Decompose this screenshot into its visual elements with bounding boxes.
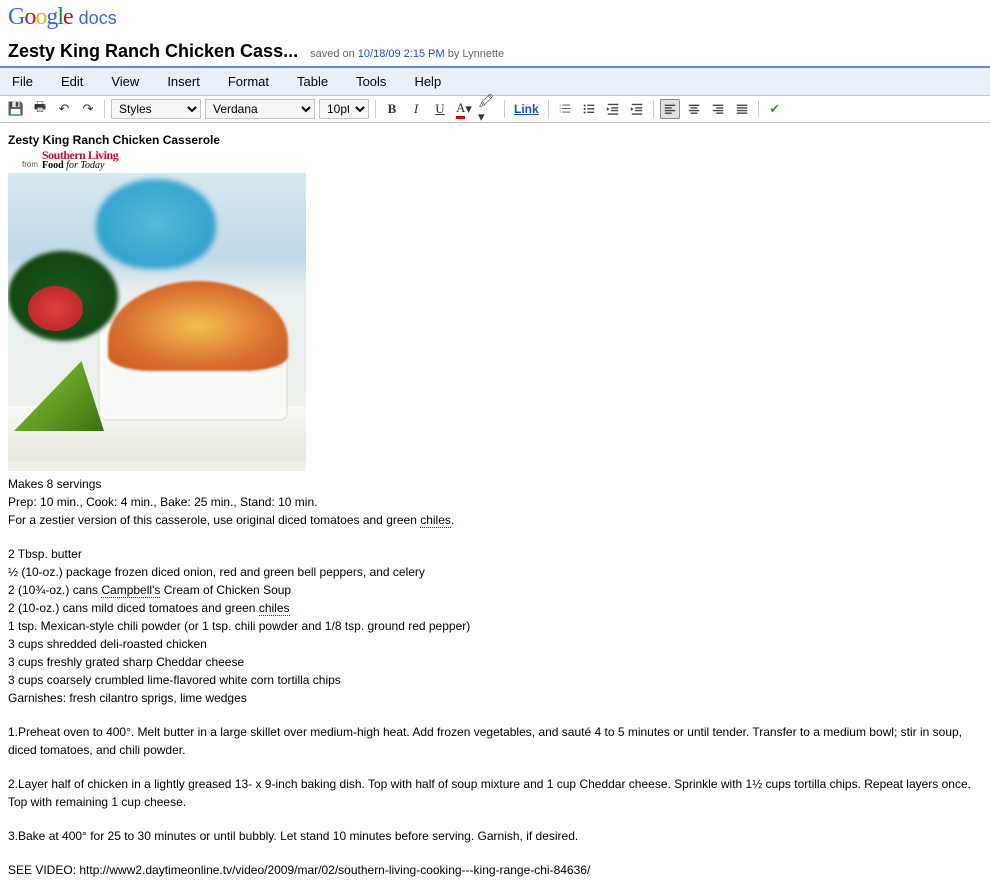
bold-button[interactable]: B: [382, 99, 402, 119]
save-icon[interactable]: 💾: [6, 99, 26, 119]
spellcheck-icon[interactable]: ✔: [765, 99, 785, 119]
recipe-title: Zesty King Ranch Chicken Casserole: [8, 131, 982, 149]
step: 3.Bake at 400° for 25 to 30 minutes or u…: [8, 827, 982, 845]
font-select[interactable]: Verdana: [205, 99, 315, 119]
from-label: from: [22, 159, 38, 171]
menu-view[interactable]: View: [107, 72, 143, 91]
numbered-list-icon[interactable]: [555, 99, 575, 119]
ingredient: 2 Tbsp. butter: [8, 545, 982, 563]
title-bar: Zesty King Ranch Chicken Cass... saved o…: [0, 35, 990, 66]
save-info: saved on 10/18/09 2:15 PM by Lynnette: [310, 48, 504, 60]
ingredient: Garnishes: fresh cilantro sprigs, lime w…: [8, 689, 982, 707]
align-center-icon[interactable]: [684, 99, 704, 119]
italic-button[interactable]: I: [406, 99, 426, 119]
align-right-icon[interactable]: [708, 99, 728, 119]
redo-icon[interactable]: ↷: [78, 99, 98, 119]
times: Prep: 10 min., Cook: 4 min., Bake: 25 mi…: [8, 493, 982, 511]
source-block: from Southern Living Food for Today: [8, 149, 982, 171]
google-logo[interactable]: Google: [8, 4, 73, 31]
menu-table[interactable]: Table: [293, 72, 332, 91]
ingredient: 3 cups shredded deli-roasted chicken: [8, 635, 982, 653]
separator: [653, 100, 654, 118]
docs-logo[interactable]: docs: [79, 8, 117, 29]
menu-file[interactable]: File: [8, 72, 37, 91]
document-body[interactable]: Zesty King Ranch Chicken Casserole from …: [0, 123, 990, 887]
print-icon[interactable]: 🖶: [30, 99, 50, 119]
ingredient: 3 cups freshly grated sharp Cheddar chee…: [8, 653, 982, 671]
separator: [548, 100, 549, 118]
separator: [758, 100, 759, 118]
text-color-button[interactable]: A▾: [454, 99, 474, 119]
link-button[interactable]: Link: [511, 99, 542, 119]
document-title[interactable]: Zesty King Ranch Chicken Cass...: [8, 41, 298, 62]
align-justify-icon[interactable]: [732, 99, 752, 119]
step: 2.Layer half of chicken in a lightly gre…: [8, 775, 982, 811]
style-select[interactable]: Styles: [111, 99, 201, 119]
note: For a zestier version of this casserole,…: [8, 511, 982, 529]
logo-bar: Google docs: [0, 0, 990, 35]
size-select[interactable]: 10pt: [319, 99, 369, 119]
menu-insert[interactable]: Insert: [163, 72, 204, 91]
video-link: SEE VIDEO: http://www2.daytimeonline.tv/…: [8, 861, 982, 879]
menu-help[interactable]: Help: [410, 72, 445, 91]
underline-button[interactable]: U: [430, 99, 450, 119]
ingredient: 3 cups coarsely crumbled lime-flavored w…: [8, 671, 982, 689]
brand-bottom: Food for Today: [42, 161, 118, 171]
menu-tools[interactable]: Tools: [352, 72, 390, 91]
outdent-icon[interactable]: [603, 99, 623, 119]
saved-by: by Lynnette: [445, 48, 505, 60]
bullet-list-icon[interactable]: [579, 99, 599, 119]
saved-prefix: saved on: [310, 48, 358, 60]
separator: [504, 100, 505, 118]
menu-format[interactable]: Format: [224, 72, 273, 91]
toolbar: 💾 🖶 ↶ ↷ Styles Verdana 10pt B I U A▾ 🖍▾ …: [0, 96, 990, 123]
indent-icon[interactable]: [627, 99, 647, 119]
menu-edit[interactable]: Edit: [57, 72, 87, 91]
menubar: File Edit View Insert Format Table Tools…: [0, 68, 990, 96]
separator: [375, 100, 376, 118]
ingredient: 2 (10¾-oz.) cans Campbell's Cream of Chi…: [8, 581, 982, 599]
recipe-photo: [8, 173, 306, 471]
brand-logo: Southern Living Food for Today: [42, 149, 118, 171]
ingredient: ½ (10-oz.) package frozen diced onion, r…: [8, 563, 982, 581]
separator: [104, 100, 105, 118]
highlight-button[interactable]: 🖍▾: [478, 99, 498, 119]
undo-icon[interactable]: ↶: [54, 99, 74, 119]
ingredient: 2 (10-oz.) cans mild diced tomatoes and …: [8, 599, 982, 617]
servings: Makes 8 servings: [8, 475, 982, 493]
ingredient: 1 tsp. Mexican-style chili powder (or 1 …: [8, 617, 982, 635]
saved-date: 10/18/09 2:15 PM: [358, 48, 445, 60]
step: 1.Preheat oven to 400°. Melt butter in a…: [8, 723, 982, 759]
align-left-icon[interactable]: [660, 99, 680, 119]
